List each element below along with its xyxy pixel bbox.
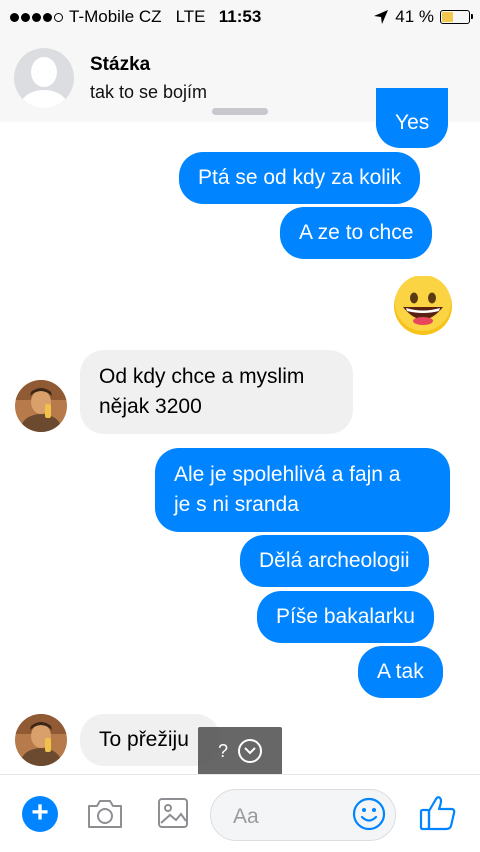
chevron-down-icon[interactable] [238,739,262,763]
location-arrow-icon [374,10,389,24]
network-type: LTE [175,7,206,26]
message-composer: + Aa [0,774,480,852]
message-input-placeholder: Aa [233,805,259,828]
message-bubble[interactable]: A tak [358,646,443,698]
message-bubble[interactable]: Dělá archeologii [240,535,429,587]
battery-percentage: 41 % [395,7,434,26]
plus-icon[interactable]: + [22,796,58,832]
message-bubble[interactable]: Od kdy chce a myslim nějak 3200 [80,350,353,434]
sender-avatar[interactable] [15,714,67,766]
image-gallery-icon[interactable] [157,797,189,829]
message-bubble[interactable]: Ptá se od kdy za kolik [179,152,421,204]
camera-icon[interactable] [86,797,124,831]
message-bubble[interactable]: Yes [376,88,449,148]
battery-icon [440,10,473,24]
message-bubble[interactable]: Píše bakalarku [257,591,434,643]
message-bubble[interactable]: A ze to chce [280,207,433,259]
message-bubble[interactable]: Ale je spolehlivá a fajn a je s ni srand… [155,448,450,532]
carrier-name: T-Mobile CZ [69,7,162,26]
scroll-to-bottom-popup[interactable]: ? [198,727,282,775]
contact-status: tak to se bojím [90,81,208,102]
contact-name[interactable]: Stázka [90,54,207,76]
thumbs-up-icon[interactable] [418,794,458,832]
clock: 11:53 [218,7,262,26]
status-bar: T-Mobile CZ LTE 11:53 41 % [0,0,480,34]
signal-strength-icon [10,12,63,22]
contact-avatar[interactable] [14,48,74,108]
scroll-popup-label: ? [217,740,228,761]
drag-handle[interactable] [212,108,268,115]
grinning-emoji-icon [394,276,452,335]
emoji-icon[interactable] [352,797,386,831]
sender-avatar[interactable] [15,380,67,432]
